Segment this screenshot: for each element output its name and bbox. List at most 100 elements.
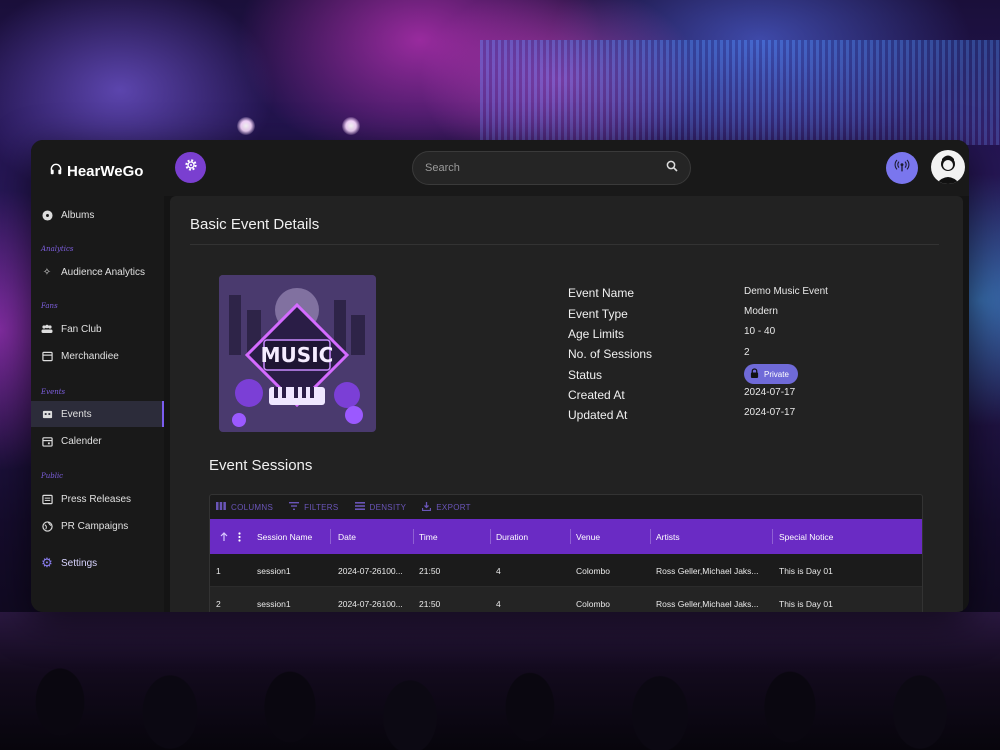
column-menu-icon[interactable] <box>238 519 241 554</box>
sidebar: HearWeGo Albums Analytics ✧ Audience Ana… <box>31 140 164 612</box>
settings-button[interactable] <box>175 152 206 183</box>
cell-session-name: session1 <box>257 598 291 609</box>
column-header-session-name[interactable]: Session Name <box>257 519 312 554</box>
toolbar-label: FILTERS <box>304 502 339 512</box>
top-bar <box>164 140 969 196</box>
sidebar-item-label: Fan Club <box>61 323 102 335</box>
stage-light <box>342 117 360 135</box>
sidebar-item-calendar[interactable]: Calender <box>31 428 164 454</box>
table-row[interactable]: 1 session1 2024-07-26100... 21:50 4 Colo… <box>210 554 922 587</box>
toolbar-label: COLUMNS <box>231 502 274 512</box>
page-title: Basic Event Details <box>190 216 320 233</box>
column-separator <box>570 529 571 544</box>
detail-label: Age Limits <box>568 327 625 341</box>
sidebar-item-label: Events <box>61 408 92 420</box>
search-icon[interactable] <box>666 159 678 177</box>
detail-value: 2024-07-17 <box>744 407 796 418</box>
column-header-duration[interactable]: Duration <box>496 519 528 554</box>
cell-venue: Colombo <box>576 565 611 576</box>
broadcast-button[interactable] <box>886 152 918 184</box>
density-button[interactable]: DENSITY <box>354 502 407 512</box>
lock-icon <box>750 368 759 380</box>
table-toolbar: COLUMNS FILTERS DENSITY EXPORT <box>210 495 922 519</box>
export-button[interactable]: EXPORT <box>422 501 471 513</box>
stage-led-screen <box>480 40 1000 145</box>
detail-label: Event Type <box>568 307 628 321</box>
sparkle-icon: ✧ <box>42 266 52 278</box>
main-content: Basic Event Details MUSIC Event Name Dem… <box>170 196 963 612</box>
sort-arrow-icon[interactable] <box>220 519 228 554</box>
column-header-date[interactable]: Date <box>338 519 356 554</box>
settings-gear-icon: ⚙ <box>41 555 53 570</box>
sidebar-item-events[interactable]: Events <box>31 401 164 427</box>
section-label-events: Events <box>41 388 66 396</box>
sidebar-item-press-releases[interactable]: Press Releases <box>31 486 164 512</box>
disc-icon <box>41 209 53 221</box>
row-index: 1 <box>216 565 221 576</box>
detail-label: Updated At <box>568 408 628 422</box>
cell-date: 2024-07-26100... <box>338 598 403 609</box>
table-row[interactable]: 2 session1 2024-07-26100... 21:50 4 Colo… <box>210 587 922 612</box>
column-separator <box>413 529 414 544</box>
search-input[interactable] <box>425 162 666 174</box>
cell-duration: 4 <box>496 565 501 576</box>
detail-label: Created At <box>568 388 625 402</box>
sidebar-item-fan-club[interactable]: Fan Club <box>31 316 164 342</box>
cover-title: MUSIC <box>261 343 334 367</box>
sidebar-item-pr-campaigns[interactable]: PR Campaigns <box>31 513 164 539</box>
section-label-fans: Fans <box>41 302 58 310</box>
row-index: 2 <box>216 598 221 609</box>
filter-icon <box>289 502 300 512</box>
status-text: Private <box>764 369 789 379</box>
column-header-venue[interactable]: Venue <box>576 519 600 554</box>
sidebar-item-label: Press Releases <box>61 493 132 505</box>
cell-venue: Colombo <box>576 598 611 609</box>
column-header-artists[interactable]: Artists <box>656 519 680 554</box>
status-badge: Private <box>744 364 798 384</box>
cell-date: 2024-07-26100... <box>338 565 403 576</box>
sidebar-item-label: Settings <box>61 557 98 569</box>
sidebar-item-settings[interactable]: ⚙ Settings <box>31 550 164 576</box>
section-label-public: Public <box>41 472 64 480</box>
brand-logo[interactable]: HearWeGo <box>49 162 143 180</box>
sidebar-item-albums[interactable]: Albums <box>31 202 164 228</box>
gear-icon <box>183 157 199 178</box>
brand-name: HearWeGo <box>67 162 144 180</box>
divider <box>190 244 939 245</box>
calendar-icon <box>41 435 53 447</box>
column-separator <box>650 529 651 544</box>
cell-artists: Ross Geller,Michael Jaks... <box>656 565 759 576</box>
filters-button[interactable]: FILTERS <box>289 502 338 512</box>
cell-special-notice: This is Day 01 <box>779 598 833 609</box>
export-icon <box>422 501 432 513</box>
detail-value: 10 - 40 <box>744 326 776 337</box>
cell-session-name: session1 <box>257 565 291 576</box>
detail-label: No. of Sessions <box>568 347 653 361</box>
sidebar-item-merchandise[interactable]: Merchandiee <box>31 343 164 369</box>
events-icon <box>41 408 53 420</box>
store-icon <box>41 350 53 362</box>
sidebar-item-label: Merchandiee <box>61 350 119 362</box>
column-header-time[interactable]: Time <box>419 519 438 554</box>
newspaper-icon <box>41 493 53 505</box>
cell-special-notice: This is Day 01 <box>779 565 833 576</box>
broadcast-icon <box>894 158 910 179</box>
sidebar-item-label: PR Campaigns <box>61 520 129 532</box>
column-header-special-notice[interactable]: Special Notice <box>779 519 833 554</box>
columns-button[interactable]: COLUMNS <box>216 502 273 512</box>
section-label-analytics: Analytics <box>41 245 74 253</box>
column-separator <box>490 529 491 544</box>
sidebar-item-label: Audience Analytics <box>61 266 145 278</box>
toolbar-label: EXPORT <box>436 502 471 512</box>
sidebar-item-audience-analytics[interactable]: ✧ Audience Analytics <box>31 259 164 285</box>
crowd-silhouette <box>0 612 1000 750</box>
globe-icon <box>41 520 53 532</box>
detail-value: Demo Music Event <box>744 286 828 297</box>
event-cover-image: MUSIC <box>219 275 376 432</box>
avatar[interactable] <box>931 150 965 184</box>
toolbar-label: DENSITY <box>369 502 407 512</box>
stage-light <box>237 117 255 135</box>
cell-time: 21:50 <box>419 598 441 609</box>
table-header: Session Name Date Time Duration Venue Ar… <box>210 519 922 554</box>
detail-label: Event Name <box>568 286 635 300</box>
